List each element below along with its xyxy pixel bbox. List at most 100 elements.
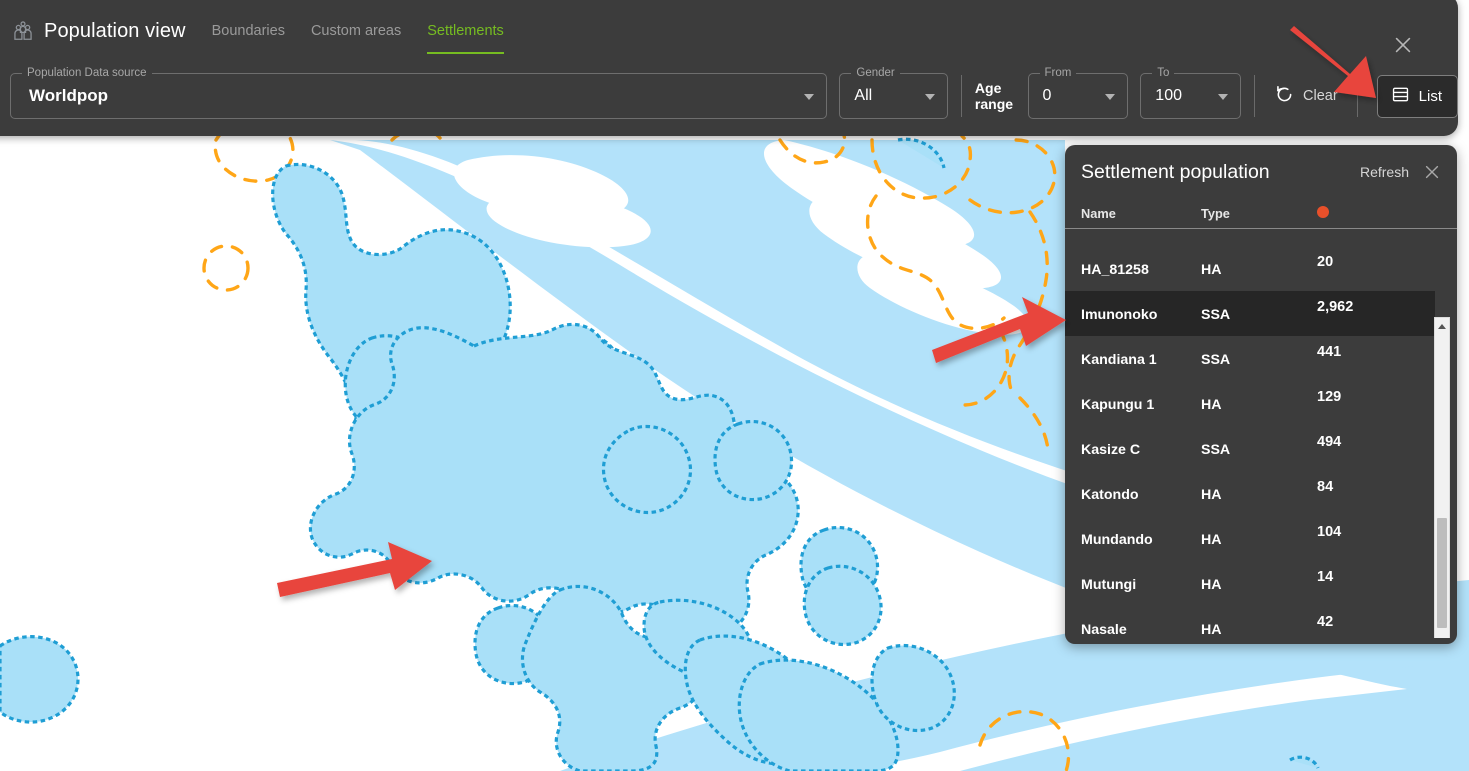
age-to-label: To [1152,66,1175,80]
table-row[interactable]: HA_81258 HA 20 [1065,246,1435,291]
tab-settlements-label: Settlements [427,23,504,39]
cell-population: 14 [1317,567,1419,587]
table-row[interactable]: Nasale HA 42 [1065,606,1435,638]
list-button[interactable]: List [1376,74,1459,118]
population-value: 494 [1317,434,1342,450]
toolbar-divider [960,75,962,117]
population-data-source-select[interactable]: Population Data source Worldpop [10,66,828,119]
clear-button-label: Clear [1303,88,1338,104]
cell-settlement-type: SSA [1201,307,1231,323]
population-view-toolbar: Population view Boundaries Custom areas … [0,0,1459,136]
table-row[interactable] [1065,229,1435,246]
table-row[interactable]: Kapungu 1 HA 129 [1065,381,1435,426]
settlement-table-scrollbar[interactable] [1434,317,1450,638]
cell-settlement-name: Mundando [1081,532,1153,548]
cell-settlement-name: HA_81258 [1081,262,1149,278]
settlement-panel-header: Settlement population Refresh [1065,145,1457,199]
cell-population: 129 [1317,387,1419,407]
cell-settlement-name: Kandiana 1 [1081,352,1157,368]
settlement-panel-title: Settlement population [1081,160,1270,183]
people-group-icon [10,18,36,44]
settlement-table-header: Name Type [1065,199,1457,229]
age-from-label: From [1039,66,1077,80]
tab-custom-areas[interactable]: Custom areas [311,19,401,43]
cell-population: 84 [1317,477,1419,497]
chevron-down-icon[interactable] [1105,94,1116,100]
settlement-population-panel: Settlement population Refresh Name Type … [1065,145,1457,644]
toolbar-divider [1356,75,1358,117]
cell-settlement-type: HA [1201,487,1222,503]
population-value: 129 [1317,389,1342,405]
cell-population: 2,962 [1317,297,1419,317]
cell-settlement-type: HA [1201,622,1222,638]
tab-boundaries[interactable]: Boundaries [212,19,285,43]
cell-settlement-type: HA [1201,532,1222,548]
cell-population: 494 [1317,432,1419,452]
population-value: 2,962 [1317,299,1354,315]
cell-settlement-name: Imunonoko [1081,307,1158,323]
tab-boundaries-label: Boundaries [211,23,285,39]
refresh-button[interactable]: Refresh [1360,164,1409,180]
list-button-label: List [1418,87,1443,105]
population-value: 42 [1317,614,1334,630]
table-row[interactable]: Kasize C SSA 494 [1065,426,1435,471]
cell-settlement-type: SSA [1201,352,1231,368]
gender-value: All [854,87,873,104]
list-icon [1391,85,1410,108]
cell-population: 441 [1317,342,1419,362]
close-icon[interactable] [1421,161,1443,183]
scroll-up-arrow-icon[interactable] [1435,319,1449,333]
column-header-name[interactable]: Name [1081,206,1201,221]
cell-settlement-name: Mutungi [1081,577,1137,593]
population-value: 104 [1317,524,1342,540]
age-to-value: 100 [1155,87,1182,104]
population-value: 14 [1317,569,1334,585]
toolbar-controls-row: Population Data source Worldpop Gender A… [0,62,1459,130]
age-to-select[interactable]: To 100 [1140,66,1242,119]
settlement-table-scroll-area[interactable]: HA_81258 HA 20 Imunonoko SSA 2,962 Kandiana 1 S… [1065,229,1457,638]
page-title: Population view [44,19,186,42]
chevron-down-icon[interactable] [804,94,815,100]
tab-custom-areas-label: Custom areas [310,23,402,39]
cell-settlement-name: Katondo [1081,487,1139,503]
clear-button[interactable]: Clear [1268,78,1344,115]
settlement-table-body: HA_81258 HA 20 Imunonoko SSA 2,962 Kandiana 1 S… [1065,229,1435,638]
population-legend-dot [1317,206,1329,218]
gender-select[interactable]: Gender All [839,66,948,119]
table-row[interactable]: Kandiana 1 SSA 441 [1065,336,1435,381]
cell-settlement-name: Kasize C [1081,442,1141,458]
age-from-value: 0 [1042,87,1052,104]
column-header-population[interactable] [1317,206,1441,221]
toolbar-header-row: Population view Boundaries Custom areas … [0,0,1458,62]
age-from-select[interactable]: From 0 [1027,66,1129,119]
chevron-down-icon[interactable] [924,94,935,100]
population-data-source-value: Worldpop [29,86,108,105]
table-row[interactable]: Mundando HA 104 [1065,516,1435,561]
cell-settlement-name: Kapungu 1 [1081,397,1155,413]
cell-settlement-type: SSA [1201,442,1231,458]
gender-label: Gender [851,66,900,80]
reset-icon [1274,84,1295,109]
table-row[interactable]: Imunonoko SSA 2,962 [1065,291,1435,336]
population-value: 441 [1317,344,1342,360]
age-range-label: Age range [974,80,1014,112]
tab-settlements[interactable]: Settlements [427,19,504,54]
toolbar-divider [1254,75,1256,117]
column-header-type[interactable]: Type [1201,206,1317,221]
cell-settlement-type: HA [1201,397,1222,413]
population-value: 84 [1317,479,1334,495]
app-root: Population view Boundaries Custom areas … [0,0,1469,771]
population-data-source-label: Population Data source [22,66,152,80]
table-row[interactable]: Mutungi HA 14 [1065,561,1435,606]
cell-population: 104 [1317,522,1419,542]
chevron-down-icon[interactable] [1218,94,1229,100]
cell-population: 42 [1317,612,1419,632]
close-icon[interactable] [1390,32,1416,58]
population-value: 20 [1317,254,1334,270]
cell-settlement-type: HA [1201,262,1222,278]
scrollbar-thumb[interactable] [1437,518,1447,628]
cell-settlement-type: HA [1201,577,1222,593]
cell-settlement-name: Nasale [1081,622,1127,638]
table-row[interactable]: Katondo HA 84 [1065,471,1435,516]
cell-population: 20 [1317,252,1419,272]
